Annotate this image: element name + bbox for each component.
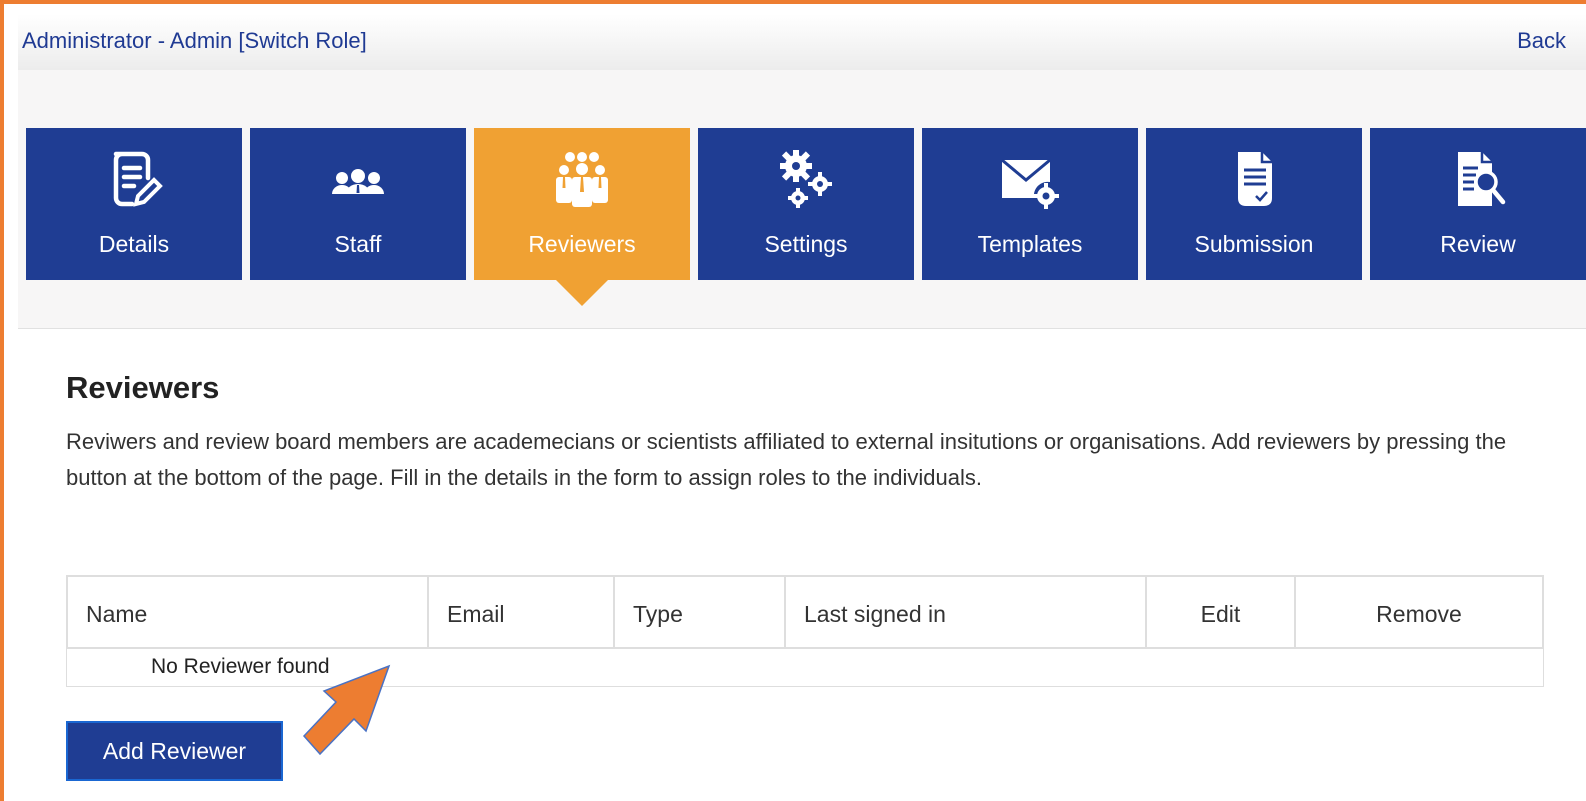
tab-submission[interactable]: Submission [1146, 128, 1362, 280]
column-name: Name [68, 577, 429, 647]
column-last-signed-in: Last signed in [786, 577, 1147, 647]
screenshot-frame: Administrator - Admin [Switch Role] Back… [0, 0, 1586, 801]
table-header: Name Email Type Last signed in Edit Remo… [66, 575, 1544, 649]
reviewers-table: Name Email Type Last signed in Edit Remo… [66, 575, 1544, 687]
page-title: Reviewers [66, 370, 220, 405]
reviewers-section: Reviewers Reviwers and review board memb… [66, 370, 1544, 490]
document-edit-icon [113, 151, 163, 207]
annotation-arrow-icon [302, 664, 391, 756]
tab-label: Settings [764, 231, 848, 257]
switch-role-link[interactable]: Administrator - Admin [Switch Role] [22, 28, 367, 54]
tab-label: Reviewers [528, 231, 636, 257]
document-search-icon [1458, 152, 1506, 206]
tab-label: Details [98, 231, 170, 257]
top-bar: Administrator - Admin [Switch Role] Back [18, 14, 1586, 70]
tab-label: Staff [334, 231, 382, 257]
gears-icon [780, 150, 832, 208]
tab-settings[interactable]: Settings [698, 128, 914, 280]
active-tab-pointer [556, 280, 608, 306]
tab-details[interactable]: Details [26, 128, 242, 280]
wizard-nav: Details Staff Reviewers Settings Templat… [18, 70, 1586, 329]
page-description: Reviwers and review board members are ac… [66, 429, 1507, 490]
tab-reviewers[interactable]: Reviewers [474, 128, 690, 306]
tab-label: Templates [977, 231, 1083, 257]
column-type: Type [615, 577, 786, 647]
column-email: Email [429, 577, 615, 647]
document-check-icon [1238, 152, 1272, 206]
tab-label: Review [1440, 231, 1516, 257]
tab-label: Submission [1194, 231, 1314, 257]
tab-staff[interactable]: Staff [250, 128, 466, 280]
back-link[interactable]: Back [1517, 28, 1566, 54]
column-remove: Remove [1376, 601, 1462, 627]
add-reviewer-button[interactable]: Add Reviewer [66, 721, 283, 781]
empty-table-message: No Reviewer found [66, 649, 1544, 687]
tab-review[interactable]: Review [1370, 128, 1586, 280]
tab-templates[interactable]: Templates [922, 128, 1138, 280]
column-edit: Edit [1147, 577, 1296, 647]
staff-group-icon [332, 169, 384, 194]
mail-gear-icon [1001, 158, 1059, 209]
reviewers-group-icon [556, 152, 608, 207]
